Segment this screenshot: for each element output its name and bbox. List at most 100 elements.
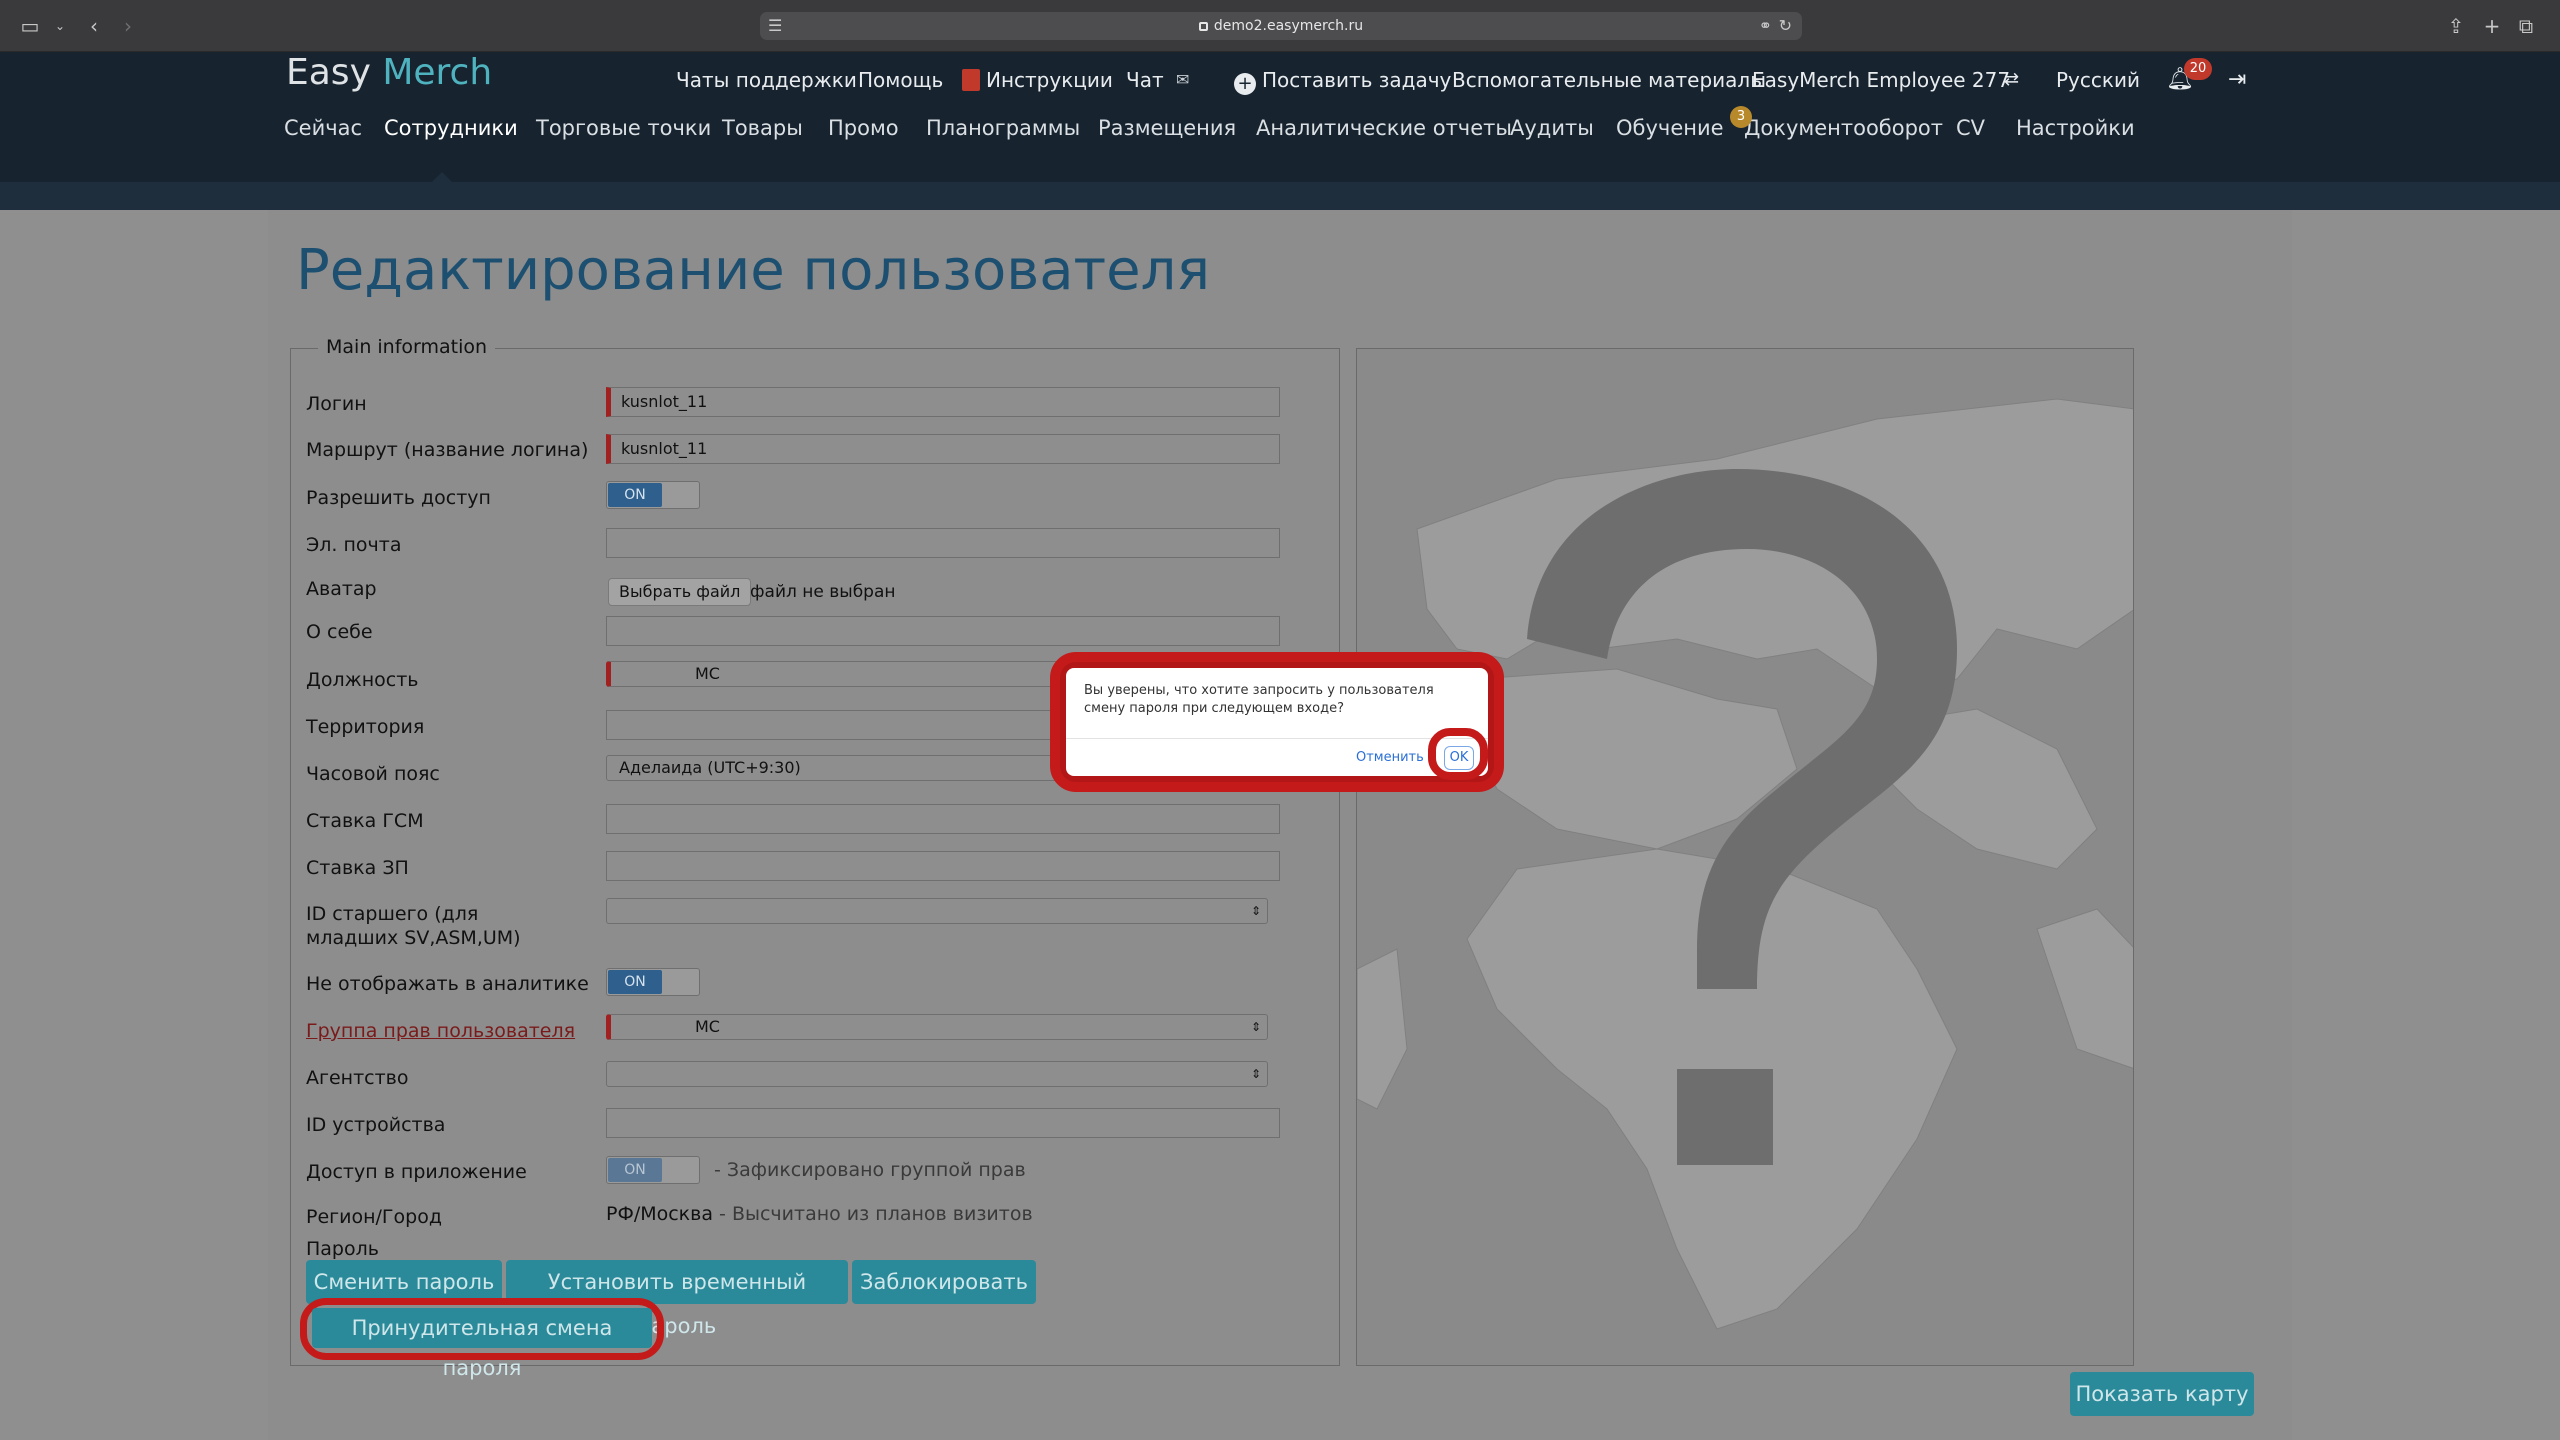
fuel-rate-input[interactable] [606, 804, 1280, 834]
map-placeholder [1357, 398, 2133, 1330]
device-id-label: ID устройства [306, 1114, 446, 1136]
about-input[interactable] [606, 616, 1280, 646]
materials-link[interactable]: Вспомогательные материалы [1452, 64, 1766, 96]
hide-analytics-label: Не отображать в аналитике [306, 973, 589, 995]
back-icon[interactable]: ‹ [82, 14, 106, 38]
instructions-label: Инструкции [986, 68, 1113, 92]
support-chats-link[interactable]: Чаты поддержки [676, 64, 857, 96]
login-value: kusnlot_11 [621, 392, 708, 411]
app-access-label: Доступ в приложение [306, 1161, 527, 1183]
about-label: О себе [306, 621, 373, 643]
rights-group-link[interactable]: Группа прав пользователя [306, 1019, 575, 1043]
password-label: Пароль [306, 1238, 379, 1260]
nav-item-analytics[interactable]: Аналитические отчеты [1256, 112, 1512, 144]
notifications-badge: 20 [2184, 58, 2212, 80]
active-nav-caret [432, 172, 452, 182]
logout-icon[interactable]: ⇥ [2228, 64, 2246, 96]
timezone-label: Часовой пояс [306, 763, 440, 785]
device-id-input[interactable] [606, 1108, 1280, 1138]
agency-select[interactable]: ⇕ [606, 1061, 1268, 1087]
map-panel [1356, 348, 2134, 1366]
block-button[interactable]: Заблокировать [852, 1260, 1036, 1304]
position-label: Должность [306, 669, 419, 691]
allow-access-label: Разрешить доступ [306, 487, 491, 509]
translate-icon[interactable]: ⚭ [1759, 16, 1772, 35]
rights-group-value: MC [695, 1017, 720, 1036]
toggle-on-label: ON [608, 1158, 662, 1182]
region-note: - Высчитано из планов визитов [719, 1203, 1033, 1225]
set-task-link[interactable]: + Поставить задачу [1234, 64, 1451, 96]
nav-item-placements[interactable]: Размещения [1098, 112, 1236, 144]
app-access-note: - Зафиксировано группой прав [714, 1159, 1026, 1181]
tabs-overview-icon[interactable]: ⧉ [2514, 14, 2538, 38]
toggle-on-label: ON [608, 483, 662, 507]
translate-icon[interactable]: ⇄ [2004, 64, 2019, 96]
nav-item-employees[interactable]: Сотрудники [384, 112, 518, 144]
logo-part1: Easy [286, 52, 371, 93]
login-label: Логин [306, 393, 367, 415]
forward-icon[interactable]: › [116, 14, 140, 38]
fuel-rate-label: Ставка ГСМ [306, 810, 424, 832]
header-subbar [0, 182, 2560, 210]
allow-access-toggle[interactable]: ON [606, 481, 700, 509]
language-select[interactable]: Русский [2056, 64, 2140, 96]
logo-part2: Merch [382, 52, 493, 93]
region-value: РФ/Москва [606, 1203, 713, 1225]
chat-link[interactable]: Чат [1126, 64, 1164, 96]
set-task-label: Поставить задачу [1262, 68, 1452, 92]
confirm-dialog: Вы уверены, что хотите запросить у польз… [1066, 668, 1488, 776]
address-bar[interactable]: ☰ demo2.easymerch.ru ⚭ ↻ [760, 12, 1802, 40]
senior-id-label: ID старшего (для младших SV,ASM,UM) [306, 903, 521, 949]
chevron-down-icon[interactable]: ⌄ [48, 14, 72, 38]
file-status: файл не выбран [750, 582, 896, 602]
show-map-button[interactable]: Показать карту [2070, 1372, 2254, 1416]
hide-analytics-toggle[interactable]: ON [606, 968, 700, 996]
dialog-cancel-button[interactable]: Отменить [1356, 748, 1424, 768]
territory-label: Территория [306, 716, 425, 738]
nav-item-products[interactable]: Товары [722, 112, 803, 144]
dialog-divider [1066, 738, 1488, 739]
route-label: Маршрут (название логина) [306, 439, 589, 461]
nav-item-planograms[interactable]: Планограммы [926, 112, 1080, 144]
mail-icon[interactable]: ✉ [1176, 64, 1189, 96]
logo[interactable]: Easy Merch [286, 52, 492, 93]
nav-item-docflow[interactable]: Документооборот [1744, 112, 1943, 144]
choose-file-button[interactable]: Выбрать файл [608, 578, 752, 606]
lock-icon [1198, 22, 1208, 31]
login-input[interactable]: kusnlot_11 [606, 387, 1280, 417]
reload-icon[interactable]: ↻ [1779, 16, 1792, 35]
share-icon[interactable]: ⇪ [2444, 14, 2468, 38]
plus-icon: + [1234, 73, 1256, 95]
nav-item-cv[interactable]: CV [1956, 112, 1985, 144]
toggle-on-label: ON [608, 970, 662, 994]
ok-highlight [1428, 728, 1488, 780]
nav-item-now[interactable]: Сейчас [284, 112, 362, 144]
new-tab-icon[interactable]: + [2480, 14, 2504, 38]
select-arrows-icon: ⇕ [1250, 904, 1261, 918]
salary-rate-input[interactable] [606, 851, 1280, 881]
nav-item-outlets[interactable]: Торговые точки [536, 112, 711, 144]
section-legend: Main information [318, 336, 496, 358]
nav-item-promo[interactable]: Промо [828, 112, 899, 144]
senior-id-select[interactable]: ⇕ [606, 898, 1268, 924]
user-menu[interactable]: EasyMerch Employee 277 [1752, 64, 2010, 96]
nav-item-training[interactable]: Обучение [1616, 112, 1724, 144]
instructions-link[interactable]: Инструкции [962, 64, 1113, 96]
position-value: MC [695, 664, 720, 683]
nav-item-audits[interactable]: Аудиты [1510, 112, 1594, 144]
salary-rate-label: Ставка ЗП [306, 857, 409, 879]
route-input[interactable]: kusnlot_11 [606, 434, 1280, 464]
url-text: demo2.easymerch.ru [1213, 18, 1364, 34]
email-field[interactable] [606, 528, 1280, 558]
nav-item-settings[interactable]: Настройки [2016, 112, 2135, 144]
docflow-badge: 3 [1730, 106, 1752, 128]
sidebar-toggle-icon[interactable]: ▭ [18, 14, 42, 38]
rights-group-select[interactable]: MC ⇕ [606, 1014, 1268, 1040]
avatar-label: Аватар [306, 578, 377, 600]
help-link[interactable]: Помощь [858, 64, 943, 96]
page-title: Редактирование пользователя [296, 238, 1211, 303]
timezone-value: Аделаида (UTC+9:30) [619, 758, 801, 777]
force-password-change-button[interactable]: Принудительная смена пароля [312, 1308, 652, 1380]
dialog-message: Вы уверены, что хотите запросить у польз… [1084, 683, 1434, 716]
select-arrows-icon: ⇕ [1250, 1067, 1261, 1081]
